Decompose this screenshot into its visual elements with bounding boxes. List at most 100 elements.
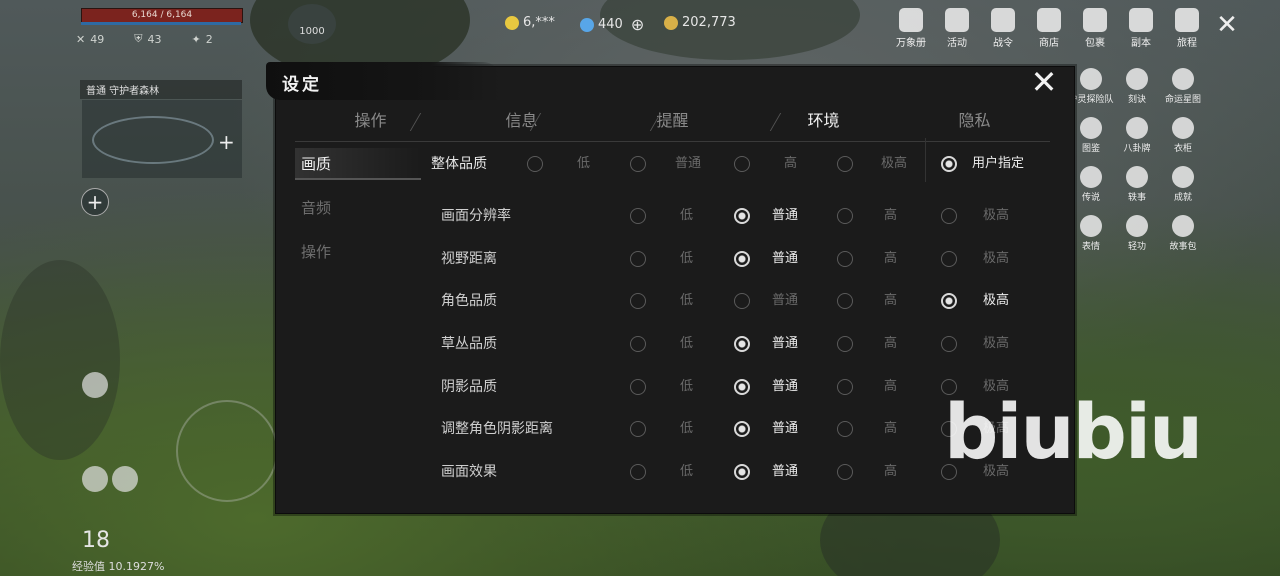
setting-radio[interactable] [630,336,646,352]
setting-radio[interactable] [734,251,750,267]
cancel-target-icon[interactable] [82,466,108,492]
tab-operation[interactable]: 操作 [295,105,446,141]
setting-option[interactable]: 高 [884,286,897,316]
setting-radio[interactable] [734,464,750,480]
setting-option[interactable]: 低 [680,286,693,316]
close-icon[interactable]: ✕ [1026,64,1062,100]
setting-option[interactable]: 极高 [983,244,1009,274]
menu-wanxiangce[interactable]: 万象册 [888,8,934,54]
setting-option[interactable]: 低 [680,201,693,231]
setting-radio[interactable] [837,208,853,224]
setting-radio[interactable] [837,464,853,480]
setting-option[interactable]: 普通 [772,201,798,231]
collapse-menu-icon[interactable]: ✕ [1212,10,1242,40]
setting-option[interactable]: 低 [680,329,693,359]
shield-icon: ⛨ [134,32,143,45]
overall-option-normal[interactable]: 普通 [675,149,701,179]
menu-journey[interactable]: 旅程 [1164,8,1210,54]
setting-radio[interactable] [734,293,750,309]
star-icon [1172,68,1194,90]
setting-option[interactable]: 高 [884,329,897,359]
menu-battlepass[interactable]: 战令 [980,8,1026,54]
side-item-star[interactable]: 命运星图 [1160,68,1206,105]
side-item-bagua[interactable]: 八卦牌 [1114,117,1160,154]
menu-activity[interactable]: 活动 [934,8,980,54]
side-item-skill[interactable]: 刻诀 [1114,68,1160,105]
shop-icon [1037,8,1061,32]
currency-gem[interactable]: 6,*** [505,15,555,30]
setting-radio[interactable] [837,293,853,309]
menu-dungeon[interactable]: 副本 [1118,8,1164,54]
setting-radio[interactable] [630,421,646,437]
menu-shop[interactable]: 商店 [1026,8,1072,54]
side-item-achievement[interactable]: 成就 [1160,166,1206,203]
setting-radio[interactable] [734,379,750,395]
joystick[interactable] [176,400,278,502]
tab-privacy[interactable]: 隐私 [899,105,1050,141]
overall-radio-ultra[interactable] [837,156,853,172]
setting-option[interactable]: 高 [884,244,897,274]
setting-option[interactable]: 高 [884,457,897,487]
setting-option[interactable]: 极高 [983,201,1009,231]
setting-radio[interactable] [837,251,853,267]
setting-option[interactable]: 普通 [772,457,798,487]
side-item-storybook[interactable]: 故事包 [1160,215,1206,252]
setting-radio[interactable] [630,208,646,224]
setting-option[interactable]: 低 [680,414,693,444]
overall-radio-normal[interactable] [630,156,646,172]
overall-option-custom[interactable]: 用户指定 [972,149,1024,179]
overall-radio-high[interactable] [734,156,750,172]
team-icon[interactable] [112,466,138,492]
overall-radio-custom[interactable] [941,156,957,172]
setting-radio[interactable] [837,379,853,395]
target-icon[interactable] [82,372,108,398]
power-badge[interactable]: 1000 [288,4,336,44]
setting-option[interactable]: 高 [884,201,897,231]
currency-diamond[interactable]: 440 ⊕ [580,15,644,34]
overall-option-ultra[interactable]: 极高 [881,149,907,179]
setting-option[interactable]: 极高 [983,329,1009,359]
setting-option[interactable]: 普通 [772,414,798,444]
zoom-in-button[interactable]: + [81,188,109,216]
setting-radio[interactable] [630,379,646,395]
overall-option-high[interactable]: 高 [784,149,797,179]
diamond-icon [580,17,594,32]
setting-option[interactable]: 普通 [772,372,798,402]
setting-radio[interactable] [941,251,957,267]
overall-option-low[interactable]: 低 [577,149,590,179]
setting-option[interactable]: 高 [884,414,897,444]
map-expand-icon[interactable]: + [218,130,235,154]
health-bar: 6,164 / 6,164 [81,8,243,23]
setting-radio[interactable] [941,336,957,352]
setting-radio[interactable] [837,336,853,352]
tab-reminder[interactable]: 提醒 [597,105,748,141]
setting-option[interactable]: 极高 [983,286,1009,316]
overall-radio-low[interactable] [527,156,543,172]
tab-info[interactable]: 信息 [446,105,597,141]
side-item-wardrobe[interactable]: 衣柜 [1160,117,1206,154]
attack-value: 49 [90,32,105,46]
setting-option[interactable]: 低 [680,457,693,487]
setting-option[interactable]: 低 [680,372,693,402]
currency-coin[interactable]: 202,773 [664,15,736,30]
menu-bag[interactable]: 包裹 [1072,8,1118,54]
setting-radio[interactable] [630,464,646,480]
setting-option[interactable]: 低 [680,244,693,274]
setting-option[interactable]: 普通 [772,286,798,316]
side-item-story[interactable]: 轶事 [1114,166,1160,203]
tab-environment[interactable]: 环境 [748,105,899,141]
setting-option[interactable]: 普通 [772,244,798,274]
setting-option[interactable]: 高 [884,372,897,402]
setting-radio[interactable] [630,293,646,309]
setting-radio[interactable] [734,336,750,352]
setting-radio[interactable] [941,293,957,309]
setting-label: 调整角色阴影距离 [441,421,553,437]
setting-radio[interactable] [734,208,750,224]
side-item-lightness[interactable]: 轻功 [1114,215,1160,252]
setting-option[interactable]: 普通 [772,329,798,359]
setting-radio[interactable] [941,208,957,224]
setting-radio[interactable] [837,421,853,437]
setting-radio[interactable] [734,421,750,437]
setting-radio[interactable] [630,251,646,267]
add-currency-icon[interactable]: ⊕ [631,15,644,34]
